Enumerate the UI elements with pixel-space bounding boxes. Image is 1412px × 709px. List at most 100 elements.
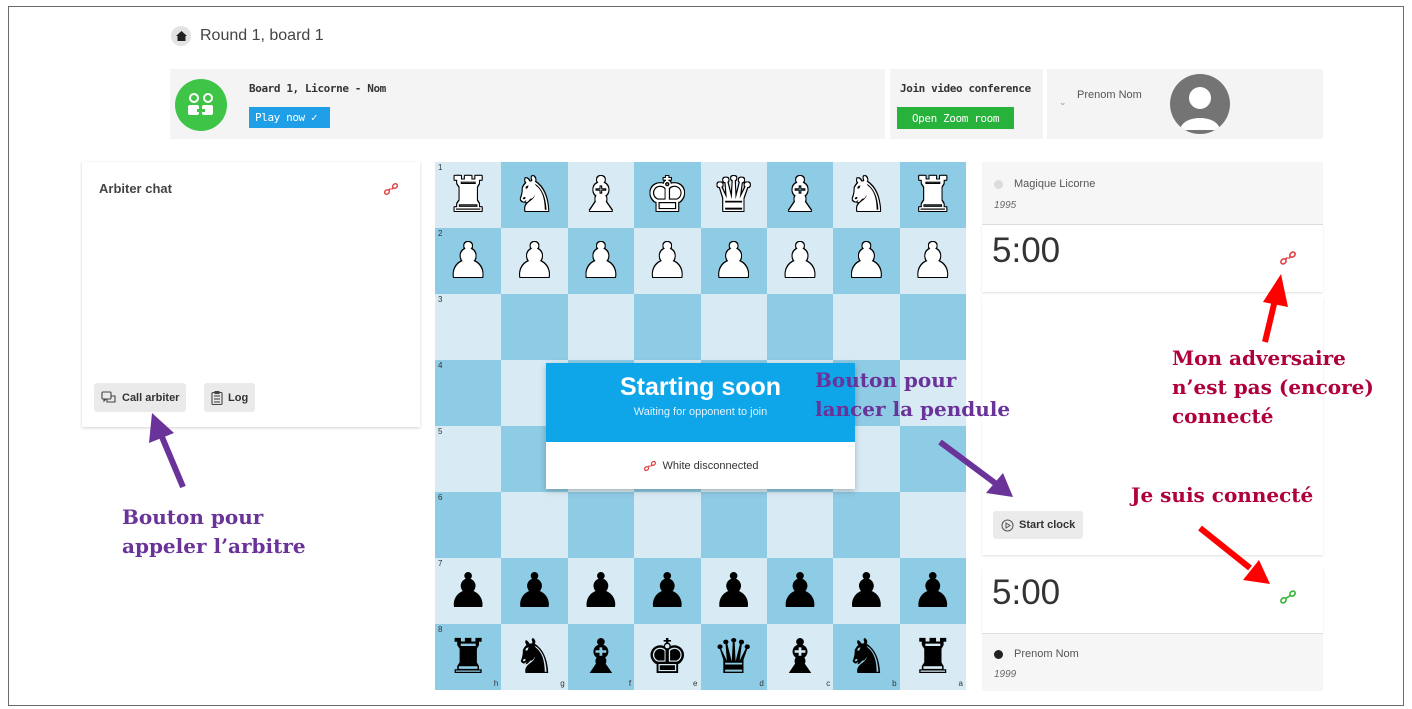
board-square[interactable]: a ♜ <box>899 624 966 690</box>
black-piece[interactable]: ♞ <box>845 633 888 681</box>
black-piece[interactable]: ♟ <box>779 567 822 615</box>
white-piece[interactable]: ♚ <box>646 171 689 219</box>
board-square[interactable]: 2 ♟ <box>435 228 502 294</box>
white-piece[interactable]: ♞ <box>845 171 888 219</box>
board-square[interactable]: 4 <box>435 360 502 426</box>
board-square[interactable]: ♞ <box>501 162 568 228</box>
white-piece[interactable]: ♟ <box>513 237 556 285</box>
black-piece[interactable]: ♟ <box>911 567 954 615</box>
board-square[interactable]: ♝ <box>567 162 635 228</box>
board-square[interactable]: g ♞ <box>501 624 568 690</box>
black-piece[interactable]: ♝ <box>779 633 822 681</box>
chevron-down-icon[interactable]: ⌄ <box>1059 97 1067 108</box>
board-square[interactable]: ♟ <box>567 558 635 624</box>
board-square[interactable]: ♟ <box>634 558 701 624</box>
white-piece[interactable]: ♟ <box>779 237 822 285</box>
call-arbiter-button[interactable]: Call arbiter <box>94 383 187 412</box>
board-square[interactable]: e ♚ <box>634 624 701 690</box>
user-menu[interactable]: ⌄ Prenom Nom <box>1047 69 1323 139</box>
black-piece[interactable]: ♜ <box>447 633 490 681</box>
black-piece[interactable]: ♟ <box>513 567 556 615</box>
my-status-dot <box>994 650 1003 659</box>
file-label: e <box>693 679 698 688</box>
white-piece[interactable]: ♛ <box>712 171 755 219</box>
black-piece[interactable]: ♟ <box>447 567 490 615</box>
white-piece[interactable]: ♟ <box>712 237 755 285</box>
board-square[interactable] <box>899 426 966 492</box>
board-square[interactable]: ♟ <box>501 228 568 294</box>
board-square[interactable]: 5 <box>435 426 502 492</box>
start-clock-button[interactable]: Start clock <box>993 511 1084 539</box>
board-square[interactable]: f ♝ <box>567 624 635 690</box>
open-zoom-room-button[interactable]: Open Zoom room <box>897 107 1014 129</box>
play-now-button[interactable]: Play now ✓ <box>249 107 330 128</box>
board-square[interactable] <box>567 492 635 558</box>
board-square[interactable]: ♜ <box>899 162 966 228</box>
board-square[interactable]: 3 <box>435 294 502 360</box>
board-square[interactable]: ♟ <box>700 558 767 624</box>
white-piece[interactable]: ♜ <box>447 171 490 219</box>
board-square[interactable]: d ♛ <box>700 624 767 690</box>
user-avatar-icon[interactable] <box>1170 74 1230 134</box>
board-square[interactable] <box>899 294 966 360</box>
board-square[interactable] <box>899 492 966 558</box>
black-piece[interactable]: ♞ <box>513 633 556 681</box>
board-square[interactable] <box>766 294 834 360</box>
white-piece[interactable]: ♝ <box>579 171 622 219</box>
opponent-status-dot <box>994 180 1003 189</box>
board-square[interactable] <box>833 492 900 558</box>
board-square[interactable] <box>501 294 568 360</box>
board-square[interactable]: ♟ <box>833 558 900 624</box>
black-piece[interactable]: ♚ <box>646 633 689 681</box>
file-label: h <box>493 679 499 688</box>
board-square[interactable]: 8 h ♜ <box>435 624 502 690</box>
annotation-my-status: Je suis connecté <box>1131 483 1314 507</box>
board-square[interactable]: ♟ <box>634 228 701 294</box>
home-icon[interactable] <box>171 26 191 46</box>
board-square[interactable] <box>766 492 834 558</box>
black-piece[interactable]: ♝ <box>579 633 622 681</box>
board-square[interactable]: ♞ <box>833 162 900 228</box>
black-piece[interactable]: ♟ <box>579 567 622 615</box>
white-piece[interactable]: ♟ <box>579 237 622 285</box>
white-piece[interactable]: ♟ <box>911 237 954 285</box>
board-square[interactable] <box>700 294 767 360</box>
black-piece[interactable]: ♛ <box>712 633 755 681</box>
white-piece[interactable]: ♝ <box>779 171 822 219</box>
board-square[interactable]: ♟ <box>899 558 966 624</box>
board-square[interactable]: ♟ <box>567 228 635 294</box>
board-square[interactable] <box>501 492 568 558</box>
board-square[interactable]: c ♝ <box>766 624 834 690</box>
board-square[interactable]: ♟ <box>899 228 966 294</box>
board-square[interactable]: ♟ <box>833 228 900 294</box>
board-square[interactable] <box>634 492 701 558</box>
board-square[interactable] <box>567 294 635 360</box>
annotation-call-arbiter: Bouton pour appeler l’arbitre <box>122 505 306 558</box>
board-square[interactable]: ♛ <box>700 162 767 228</box>
board-square[interactable]: ♟ <box>766 558 834 624</box>
board-square[interactable]: 6 <box>435 492 502 558</box>
white-piece[interactable]: ♞ <box>513 171 556 219</box>
black-piece[interactable]: ♟ <box>712 567 755 615</box>
file-label: a <box>958 679 963 688</box>
board-square[interactable]: ♟ <box>700 228 767 294</box>
board-square[interactable]: b ♞ <box>833 624 900 690</box>
white-piece[interactable]: ♜ <box>911 171 954 219</box>
board-square[interactable]: ♟ <box>766 228 834 294</box>
board-square[interactable] <box>700 492 767 558</box>
black-piece[interactable]: ♟ <box>845 567 888 615</box>
white-piece[interactable]: ♟ <box>447 237 490 285</box>
white-piece[interactable]: ♟ <box>845 237 888 285</box>
board-square[interactable]: ♟ <box>501 558 568 624</box>
black-piece[interactable]: ♜ <box>911 633 954 681</box>
board-square[interactable] <box>634 294 701 360</box>
log-button[interactable]: Log <box>204 383 256 412</box>
white-piece[interactable]: ♟ <box>646 237 689 285</box>
board-square[interactable]: 7 ♟ <box>435 558 502 624</box>
black-piece[interactable]: ♟ <box>646 567 689 615</box>
board-square[interactable]: ♚ <box>634 162 701 228</box>
board-square[interactable] <box>833 294 900 360</box>
board-title: Board 1, Licorne - Nom <box>249 82 386 95</box>
board-square[interactable]: 1 ♜ <box>435 162 502 228</box>
board-square[interactable]: ♝ <box>766 162 834 228</box>
